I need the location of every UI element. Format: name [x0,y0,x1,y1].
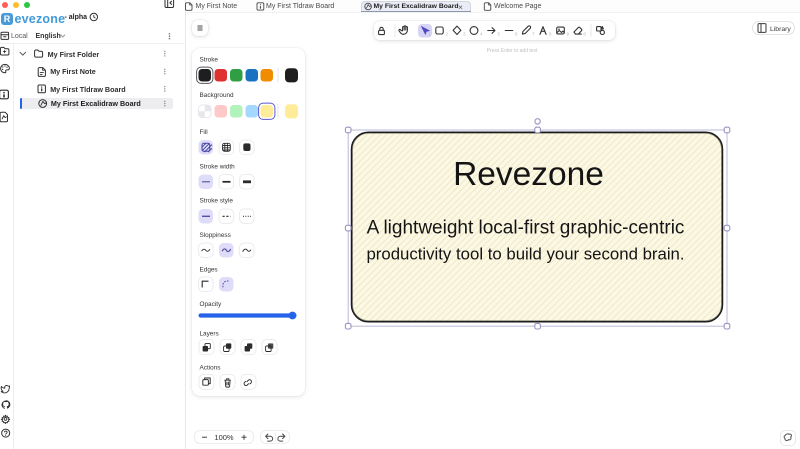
svg-text:Revezone: Revezone [453,156,604,193]
svg-text:productivity tool to build you: productivity tool to build your second b… [366,245,684,264]
svg-text:100%: 100% [214,433,234,442]
svg-text:A lightweight local-first grap: A lightweight local-first graphic-centri… [367,218,685,239]
